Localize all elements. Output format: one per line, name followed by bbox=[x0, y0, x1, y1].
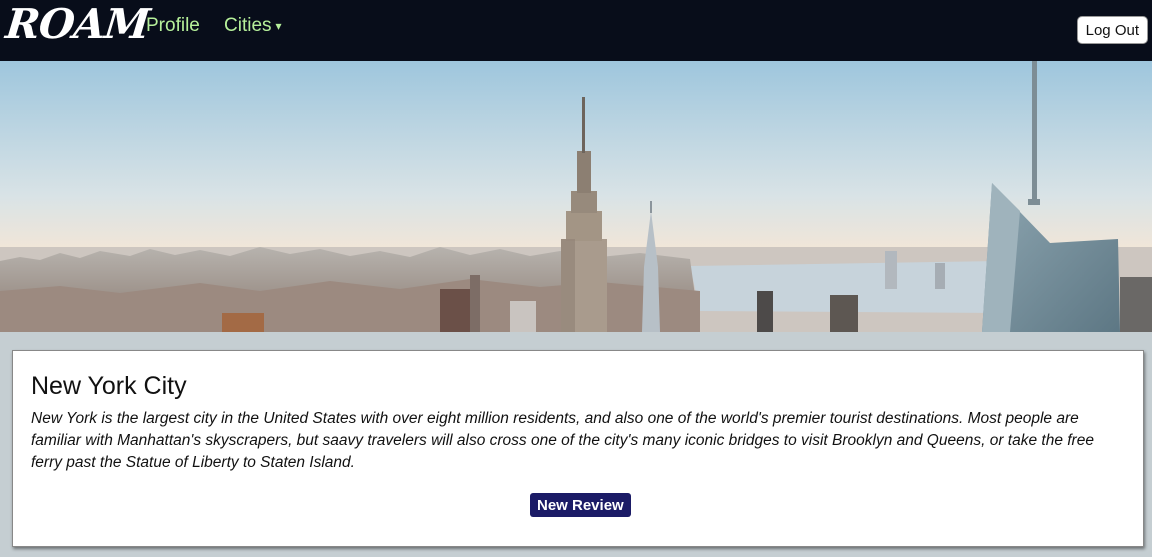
city-hero-image bbox=[0, 61, 1152, 332]
nav-cities-dropdown[interactable]: Cities ▾ bbox=[224, 15, 282, 37]
city-title: New York City bbox=[31, 372, 187, 400]
nav-profile-label: Profile bbox=[146, 15, 200, 36]
chevron-down-icon: ▾ bbox=[275, 19, 282, 33]
roam-logo[interactable]: ROAM bbox=[3, 0, 151, 48]
city-info-card: New York City New York is the largest ci… bbox=[12, 350, 1144, 547]
top-navbar: ROAM Profile Cities ▾ Log Out bbox=[0, 0, 1152, 61]
nav-cities-label: Cities bbox=[224, 15, 272, 36]
nav-profile-link[interactable]: Profile bbox=[146, 15, 200, 37]
logout-button[interactable]: Log Out bbox=[1076, 16, 1148, 44]
new-review-button[interactable]: New Review bbox=[530, 493, 631, 517]
city-description: New York is the largest city in the Unit… bbox=[31, 410, 1094, 471]
